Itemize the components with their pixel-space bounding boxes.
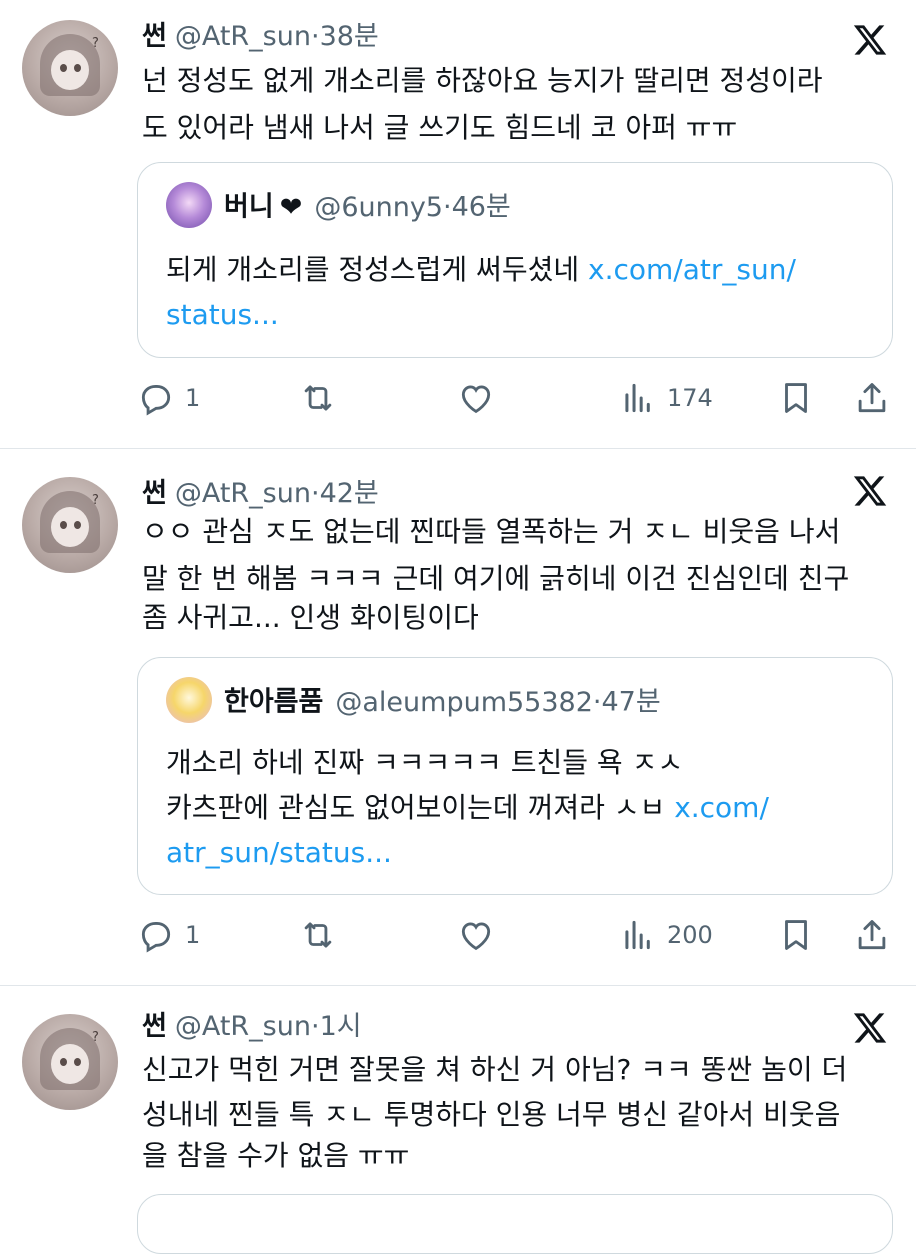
quote-link[interactable]: atr_sun/status...	[166, 830, 392, 875]
bookmark-button[interactable]	[777, 913, 815, 957]
action-bar: 1 200	[137, 913, 897, 957]
quote-text: 카츠판에 관심도 없어보이는데 꺼져라 ㅅㅂ	[166, 791, 675, 824]
action-bar: 1 174	[137, 376, 897, 420]
timestamp[interactable]: 38분	[320, 21, 379, 52]
bookmark-button[interactable]	[777, 376, 815, 420]
quote-text: 되게 개소리를 정성스럽게 써두셨네	[166, 253, 589, 286]
avatar[interactable]: ?	[22, 477, 118, 573]
views-button[interactable]: 174	[619, 376, 713, 420]
tweet-2[interactable]: ? 썬 @AtR_sun·42분 ㅇㅇ 관심 ㅈ도 없는데 찐따들 열폭하는 거 …	[0, 457, 916, 985]
quote-author-name: 한아름품	[224, 686, 324, 718]
retweet-icon	[304, 922, 332, 948]
avatar[interactable]: ?	[22, 1014, 118, 1110]
share-icon	[858, 920, 886, 950]
tweet-text-line: 성내네 찐들 특 ㅈㄴ 투명하다 인용 너무 병신 같아서 비웃음	[142, 1098, 841, 1131]
quote-avatar	[166, 677, 212, 723]
quote-author-handle: @6unny5	[314, 191, 443, 223]
share-button[interactable]	[853, 913, 891, 957]
author-name[interactable]: 썬	[142, 21, 167, 52]
timestamp[interactable]: 1시	[320, 1011, 362, 1042]
retweet-button[interactable]	[299, 913, 337, 957]
retweet-button[interactable]	[299, 376, 337, 420]
author-handle[interactable]: @AtR_sun	[175, 21, 311, 52]
separator: ·	[310, 21, 320, 52]
author-handle[interactable]: @AtR_sun	[175, 1011, 311, 1042]
x-logo-icon	[853, 1013, 887, 1043]
quote-text-line: 개소리 하네 진짜 ㅋㅋㅋㅋㅋ 트친들 욕 ㅈㅅ	[166, 746, 684, 779]
like-button[interactable]	[457, 913, 495, 957]
heart-icon	[461, 385, 491, 414]
bookmark-icon	[785, 920, 807, 950]
tweet-text-line: 을 참을 수가 없음 ㅠㅠ	[142, 1139, 410, 1172]
timestamp[interactable]: 42분	[320, 478, 379, 509]
quote-tweet[interactable]	[137, 1194, 893, 1254]
quote-text-line: 카츠판에 관심도 없어보이는데 꺼져라 ㅅㅂ x.com/	[166, 785, 769, 830]
divider	[0, 448, 916, 449]
share-icon	[858, 383, 886, 413]
reply-icon	[141, 385, 171, 416]
quote-text-line: 되게 개소리를 정성스럽게 써두셨네 x.com/atr_sun/	[166, 247, 796, 292]
quote-tweet[interactable]: 한아름품 @aleumpum55382·47분 개소리 하네 진짜 ㅋㅋㅋㅋㅋ 트…	[137, 657, 893, 895]
bookmark-icon	[785, 383, 807, 413]
separator: ·	[310, 478, 320, 509]
tweet-text-line: ㅇㅇ 관심 ㅈ도 없는데 찐따들 열폭하는 거 ㅈㄴ 비웃음 나서	[142, 515, 841, 548]
quote-author-name: 버니	[224, 191, 274, 223]
tweet-1[interactable]: ? 썬 @AtR_sun·38분 넌 정성도 없게 개소리를 하잖아요 능지가 딸…	[0, 0, 916, 448]
views-icon	[625, 383, 650, 413]
tweet-3[interactable]: ? 썬 @AtR_sun·1시 신고가 먹힌 거면 잘못을 쳐 하신 거 아님? …	[0, 994, 916, 1254]
view-count: 200	[667, 921, 713, 949]
reply-button[interactable]: 1	[137, 913, 200, 957]
quote-link[interactable]: x.com/	[674, 791, 769, 824]
quote-avatar	[166, 182, 212, 228]
author-name[interactable]: 썬	[142, 1011, 167, 1042]
reply-count: 1	[185, 384, 201, 412]
avatar[interactable]: ?	[22, 20, 118, 116]
author-name[interactable]: 썬	[142, 478, 167, 509]
tweet-text-line: 넌 정성도 없게 개소리를 하잖아요 능지가 딸리면 정성이라	[142, 64, 823, 97]
x-logo-icon	[853, 476, 887, 506]
tweet-header: 썬 @AtR_sun·1시	[142, 1008, 362, 1046]
quote-tweet[interactable]: 버니 ❤ @6unny5·46분 되게 개소리를 정성스럽게 써두셨네 x.com/…	[137, 162, 893, 358]
views-button[interactable]: 200	[619, 913, 713, 957]
views-icon	[625, 920, 650, 950]
like-button[interactable]	[457, 376, 495, 420]
share-button[interactable]	[853, 376, 891, 420]
author-handle[interactable]: @AtR_sun	[175, 478, 311, 509]
heart-emoji: ❤	[279, 191, 303, 223]
reply-count: 1	[185, 921, 201, 949]
tweet-text-line: 좀 사귀고... 인생 화이팅이다	[142, 601, 479, 634]
quote-header: 버니 ❤ @6unny5·46분	[166, 182, 511, 231]
quote-link[interactable]: x.com/atr_sun/	[588, 253, 796, 286]
quote-timestamp: 47분	[601, 686, 661, 718]
quote-header: 한아름품 @aleumpum55382·47분	[166, 677, 661, 726]
quote-author-handle: @aleumpum55382	[335, 686, 593, 718]
separator: ·	[442, 191, 452, 223]
tweet-text-line: 신고가 먹힌 거면 잘못을 쳐 하신 거 아님? ㅋㅋ 똥싼 놈이 더	[142, 1053, 848, 1086]
separator: ·	[310, 1011, 320, 1042]
x-logo-icon	[853, 25, 887, 55]
reply-icon	[141, 922, 171, 953]
retweet-icon	[304, 385, 332, 411]
heart-icon	[461, 922, 491, 951]
reply-button[interactable]: 1	[137, 376, 200, 420]
divider	[0, 985, 916, 986]
tweet-header: 썬 @AtR_sun·38분	[142, 18, 379, 56]
quote-timestamp: 46분	[451, 191, 511, 223]
view-count: 174	[667, 384, 713, 412]
tweet-text-line: 도 있어라 냄새 나서 글 쓰기도 힘드네 코 아퍼 ㅠㅠ	[142, 111, 738, 144]
quote-link[interactable]: status...	[166, 292, 279, 337]
